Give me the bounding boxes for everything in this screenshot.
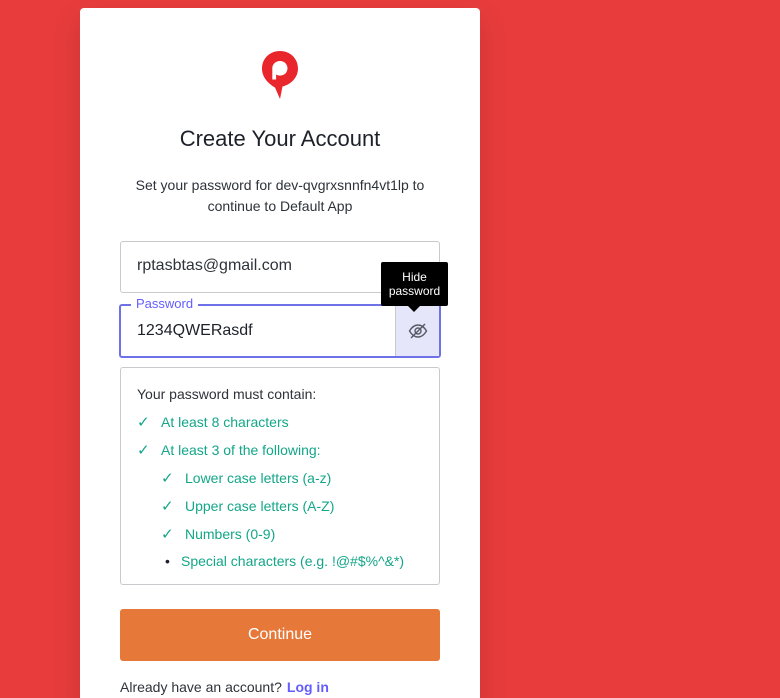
rule-min-length: ✓ At least 8 characters: [137, 413, 289, 431]
rule-three-of-following: ✓ At least 3 of the following:: [137, 441, 321, 459]
rule-uppercase: ✓ Upper case letters (A-Z): [161, 497, 334, 515]
bullet-icon: •: [165, 553, 170, 569]
login-link[interactable]: Log in: [287, 679, 329, 695]
password-label: Password: [131, 296, 199, 312]
rule-text: At least 3 of the following:: [161, 442, 321, 458]
page: Create Your Account Set your password fo…: [0, 0, 780, 698]
logo-icon: [262, 51, 298, 99]
rules-heading: Your password must contain:: [137, 386, 317, 402]
rule-text: Upper case letters (A-Z): [185, 498, 335, 514]
hide-password-tooltip: Hide password: [381, 262, 448, 306]
password-value: 1234QWERasdf: [137, 322, 253, 339]
email-value: rptasbtas@gmail.com: [137, 257, 292, 274]
signup-card: Create Your Account Set your password fo…: [80, 8, 480, 698]
rule-numbers: ✓ Numbers (0-9): [161, 525, 275, 543]
tooltip-arrow: [408, 306, 420, 312]
rule-text: Numbers (0-9): [185, 526, 276, 542]
tooltip-line1: Hide: [402, 270, 427, 284]
tooltip-line2: password: [388, 284, 441, 298]
password-rules-box: Your password must contain: ✓ At least 8 …: [120, 367, 440, 585]
eye-slash-icon: [408, 323, 427, 339]
check-icon: ✓: [137, 414, 150, 431]
check-icon: ✓: [161, 498, 174, 515]
rule-text: Lower case letters (a-z): [185, 470, 332, 486]
login-prompt-text: Already have an account?: [120, 679, 282, 695]
continue-button[interactable]: Continue: [120, 609, 440, 661]
toggle-password-visibility-button[interactable]: [395, 306, 439, 356]
password-field[interactable]: Password 1234QWERasdf: [119, 296, 441, 358]
check-icon: ✓: [137, 442, 150, 459]
login-prompt: Already have an account? Log in: [120, 679, 329, 695]
rule-lowercase: ✓ Lower case letters (a-z): [161, 469, 331, 487]
rule-special-characters: • Special characters (e.g. !@#$%^&*): [161, 553, 404, 569]
page-subtitle: Set your password for dev-qvgrxsnnfn4vt1…: [135, 177, 425, 214]
page-title: Create Your Account: [179, 126, 381, 151]
check-icon: ✓: [161, 526, 174, 543]
rule-text: At least 8 characters: [161, 414, 289, 430]
check-icon: ✓: [161, 470, 174, 487]
rule-text: Special characters (e.g. !@#$%^&*): [181, 553, 405, 569]
